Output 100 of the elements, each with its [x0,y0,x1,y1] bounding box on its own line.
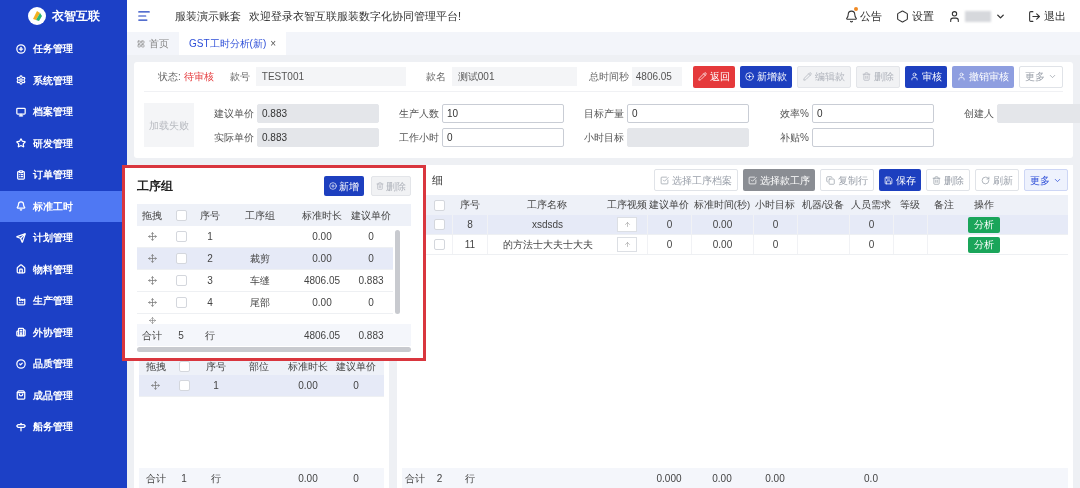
cell-text: 4806.05 [303,274,341,288]
input-field[interactable]: 0 [627,103,749,123]
column-header: 标准时长 [288,360,328,374]
cell-text: 0.00 [312,296,332,310]
sidebar-item[interactable]: 任务管理 [0,33,127,65]
pencil-icon [803,72,812,81]
sidebar-item[interactable]: 订单管理 [0,159,127,191]
field-label: 总时间秒 [588,70,629,84]
input-field[interactable]: 测试001 [451,67,577,86]
footer-text: 0.883 [358,328,384,343]
check-circle-icon [16,358,26,369]
trash-icon [932,175,941,185]
cell-text: 8 [467,218,473,232]
input-field[interactable]: TEST001 [255,67,406,86]
input-field[interactable]: 0 [812,103,934,123]
checkbox[interactable] [178,361,190,372]
footer-text: 0.000 [656,471,682,486]
sidebar-item[interactable]: 研发管理 [0,127,127,159]
column-header: 人员需求 [851,197,891,212]
settings-link[interactable]: 设置 [896,7,934,25]
toolbar-button[interactable]: 更多 [1024,169,1068,191]
user-menu[interactable] [948,9,1006,23]
cell-text: 0.00 [298,379,318,393]
logout-link[interactable]: 退出 [1028,7,1066,25]
input-field[interactable]: 4806.05 [631,67,682,86]
sidebar-item[interactable]: 物料管理 [0,253,127,285]
cell-text: 的方法士大夫士大夫 [502,238,593,252]
status-label: 状态: [158,70,181,84]
toolbar-button[interactable]: 新增 [324,176,364,196]
gear-icon [16,75,26,86]
footer-text: 0.00 [712,471,732,486]
upload-button[interactable] [617,217,637,232]
cell-text: 3 [207,274,213,288]
plus-circle-icon [745,72,754,81]
table-row[interactable]: 2 裁剪 0.00 0 [137,248,393,270]
field-label: 款号 [229,70,250,84]
input-field[interactable]: 0 [442,127,564,147]
column-header: 建议单价 [336,360,376,374]
table-row[interactable]: 1 0.00 0 [139,375,384,397]
input-field[interactable] [812,127,934,147]
column-header: 拖拽 [142,208,162,223]
move-icon[interactable] [147,232,157,241]
move-icon[interactable] [147,298,157,307]
house-icon [16,264,26,275]
column-header: 标准时长 [302,208,342,223]
cell-text: 裁剪 [250,252,270,266]
move-icon[interactable] [148,317,156,324]
toolbar-button[interactable]: 保存 [879,169,921,191]
move-icon[interactable] [151,381,160,390]
toolbar-button[interactable]: 返回 [693,65,735,88]
status-text: 待审核 [183,70,214,84]
checkbox[interactable] [175,275,187,286]
sidebar-item[interactable]: 外协管理 [0,316,127,348]
input-field[interactable]: 0.883 [257,103,379,123]
sidebar-item[interactable]: 成品管理 [0,379,127,411]
move-icon[interactable] [147,254,157,263]
checkbox[interactable] [175,297,187,308]
bell-icon [845,9,858,23]
sidebar-item[interactable]: 船务管理 [0,411,127,443]
move-icon[interactable] [147,276,157,285]
notice-link[interactable]: 公告 [845,7,882,25]
scrollbar[interactable] [137,347,411,352]
plus-circle-icon [16,43,26,54]
input-field[interactable] [627,127,749,147]
checkbox[interactable] [434,239,445,250]
checkbox[interactable] [434,219,445,230]
sidebar-item[interactable]: 生产管理 [0,285,127,317]
monitor-icon [16,106,26,117]
column-header: 序号 [459,197,480,212]
person-icon [910,72,919,81]
column-header: 序号 [206,360,226,374]
chevron-icon [1048,72,1057,81]
copy-icon [826,175,835,185]
sidebar-item[interactable]: 档案管理 [0,96,127,128]
page-tab[interactable]: GST工时分析(新) × [179,32,287,55]
toolbar-button[interactable]: 新增款 [740,65,792,88]
footer-text: 行 [211,471,221,486]
cell-text: 车缝 [250,274,270,288]
checkbox[interactable] [175,253,187,264]
input-field[interactable]: 0.883 [257,127,379,147]
input-field[interactable]: 10 [442,103,564,123]
close-icon[interactable]: × [270,36,277,51]
input-field[interactable] [997,103,1080,123]
toolbar-button[interactable]: 审核 [905,65,947,88]
sidebar-item[interactable]: 品质管理 [0,348,127,380]
column-header: 建议单价 [351,208,391,223]
sidebar-item[interactable]: 计划管理 [0,222,127,254]
page-tab[interactable]: 首页 [127,32,179,55]
footer-text: 0.00 [298,471,318,486]
checkbox[interactable] [178,380,190,391]
field-label: 实际单价 [213,130,254,145]
menu-icon[interactable] [137,9,151,23]
logo-icon [27,7,46,25]
checkbox[interactable] [175,231,187,242]
upload-button[interactable] [617,237,637,252]
checkbox[interactable] [175,209,187,221]
sidebar-item[interactable]: 系统管理 [0,64,127,96]
scrollbar[interactable] [394,230,400,314]
cell-text: 0.00 [312,230,332,244]
checkbox[interactable] [434,199,445,211]
